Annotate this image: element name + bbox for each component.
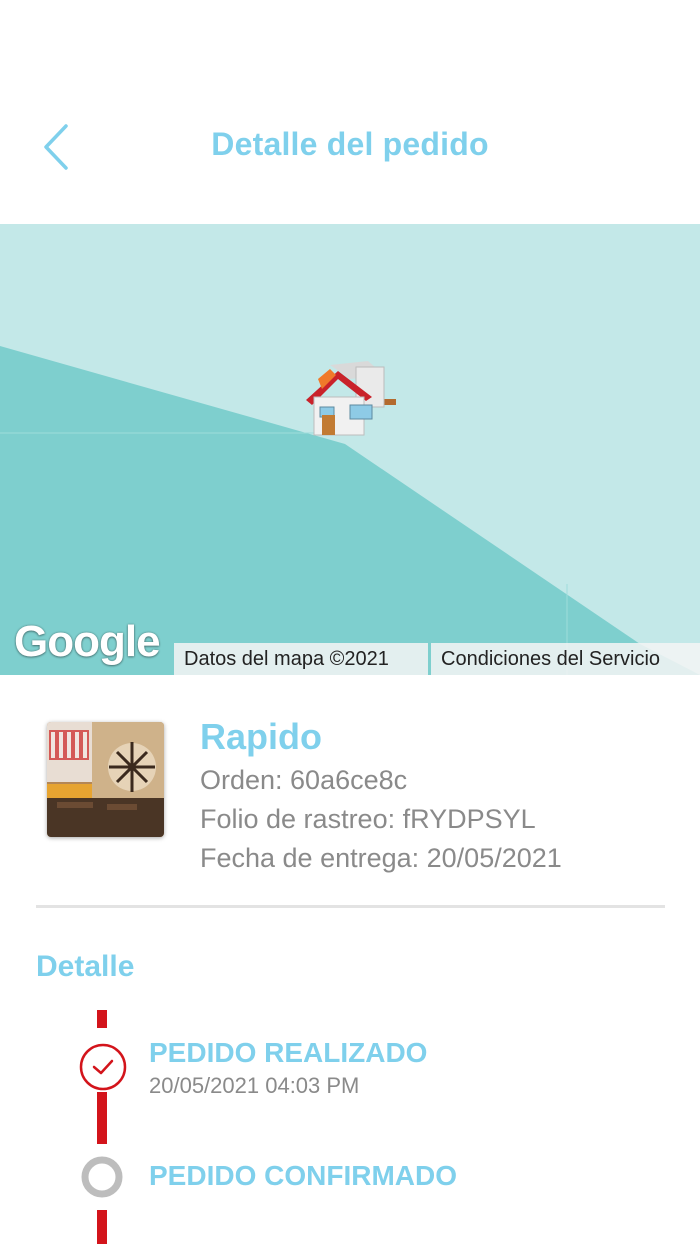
step-title-pedido-realizado: PEDIDO REALIZADO	[149, 1037, 428, 1068]
timeline-line	[97, 1092, 107, 1144]
store-name: Rapido	[200, 716, 322, 757]
header: Detalle del pedido	[0, 0, 700, 224]
divider	[36, 905, 665, 908]
house-marker-icon[interactable]	[300, 355, 400, 440]
map-tiles	[0, 224, 700, 675]
page-title: Detalle del pedido	[211, 126, 489, 162]
timeline-line	[97, 1210, 107, 1244]
step-done-check-icon	[78, 1042, 128, 1097]
order-number: Orden: 60a6ce8c	[200, 765, 408, 795]
step-time-pedido-realizado: 20/05/2021 04:03 PM	[149, 1073, 360, 1098]
google-logo: Google	[14, 617, 161, 666]
terms-of-service-link[interactable]: Condiciones del Servicio	[431, 643, 700, 675]
tracking-number: Folio de rastreo: fRYDPSYL	[200, 804, 536, 834]
detail-section-title: Detalle	[36, 950, 135, 983]
step-title-pedido-confirmado: PEDIDO CONFIRMADO	[149, 1160, 457, 1191]
timeline-line	[97, 1010, 107, 1028]
delivery-date: Fecha de entrega: 20/05/2021	[200, 843, 562, 873]
map-view[interactable]: Google Datos del mapa ©2021 Condiciones …	[0, 224, 700, 675]
step-pending-circle-icon	[80, 1155, 124, 1204]
store-image	[47, 722, 164, 837]
map-data-attribution[interactable]: Datos del mapa ©2021	[174, 643, 428, 675]
